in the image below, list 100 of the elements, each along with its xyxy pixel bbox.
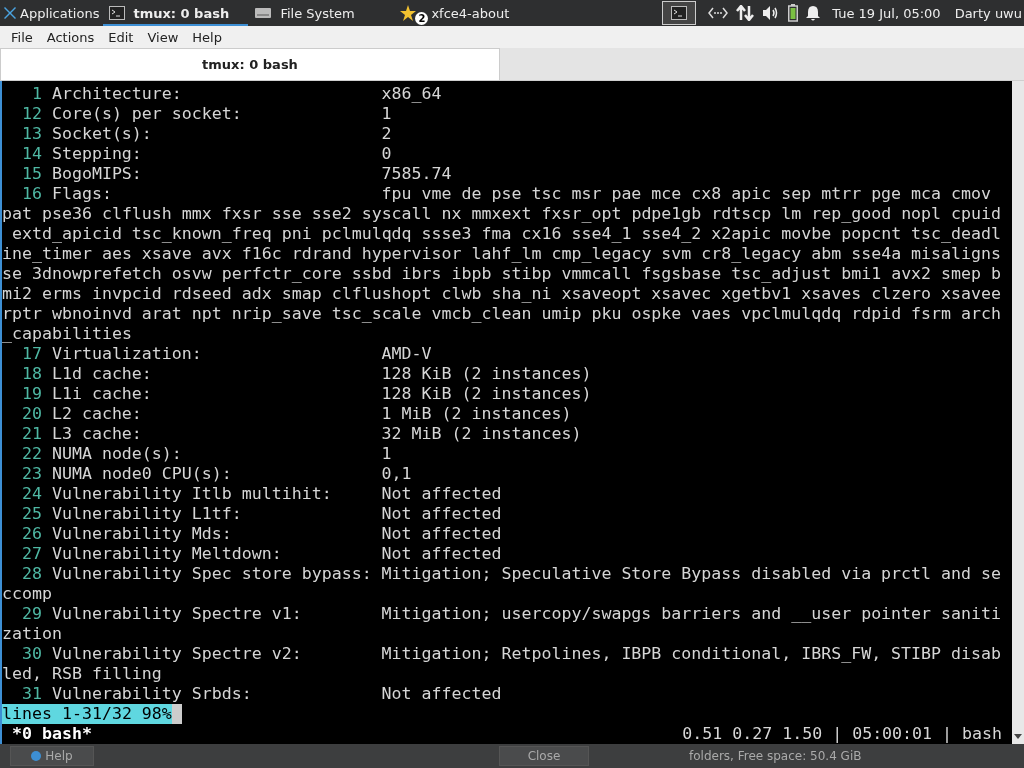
field-value: 128 KiB (2 instances) [381, 364, 592, 384]
line-number: 18 [20, 364, 42, 384]
count-badge: 2 [415, 12, 429, 25]
field-value: AMD-V [381, 344, 432, 364]
field-label: Core(s) per socket: [51, 104, 243, 124]
wrapped-text: pat pse36 clflush mmx fxsr sse sse2 syscall nx mmxext fxsr_opt pdpe1gb rdtscp lm rep_good nopl cpuid [2, 204, 1002, 224]
menu-item[interactable]: Edit [101, 29, 141, 45]
field-label: Vulnerability L1tf: [51, 504, 243, 524]
line-number: 30 [20, 644, 42, 664]
menu-item[interactable]: Actions [39, 29, 102, 45]
terminal-tab[interactable]: tmux: 0 bash [0, 48, 500, 80]
field-label: NUMA node0 CPU(s): [51, 464, 233, 484]
notification-bell-icon[interactable] [806, 5, 821, 21]
line-number: 1 [30, 84, 42, 104]
line-number: 13 [20, 124, 42, 144]
text-cursor [171, 704, 182, 724]
field-label: Vulnerability Spec store bypass: [51, 564, 373, 584]
wrapped-text: mi2 erms invpcid rdseed adx smap clflushopt clwb sha_ni xsaveopt xsavec xgetbv1 xsaves clzero xsavee [2, 284, 1002, 304]
transfer-arrows-icon[interactable] [736, 5, 755, 21]
wrapped-text: led, RSB filling [2, 664, 162, 684]
terminal-icon [109, 6, 126, 20]
field-value: Not affected [381, 544, 502, 564]
field-label: Stepping: [51, 144, 143, 164]
line-number: 21 [20, 424, 42, 444]
field-value: Mitigation; Speculative Store Bypass disabled via prctl and se [381, 564, 1001, 584]
field-label: Architecture: [51, 84, 183, 104]
menu-item[interactable]: File [4, 29, 40, 45]
line-number: 27 [20, 544, 42, 564]
terminal-button[interactable] [662, 1, 697, 25]
clock[interactable]: Tue 19 Jul, 05:00 [832, 5, 941, 21]
battery-icon[interactable] [788, 4, 799, 22]
field-label: Vulnerability Itlb multihit: [51, 484, 333, 504]
applications-menu[interactable]: Applications [0, 0, 104, 26]
close-button[interactable]: Close [499, 746, 589, 766]
field-label: NUMA node(s): [51, 444, 183, 464]
line-number: 15 [20, 164, 42, 184]
field-label: L3 cache: [51, 424, 143, 444]
star-icon [399, 4, 418, 22]
mode-indicator: lines 1-31/32 98% [2, 704, 172, 724]
line-number: 24 [20, 484, 42, 504]
field-label: Vulnerability Spectre v2: [51, 644, 303, 664]
field-label: Vulnerability Mds: [51, 524, 233, 544]
taskbar-button[interactable]: File System [248, 1, 394, 25]
field-value: 0,1 [381, 464, 412, 484]
line-number: 26 [20, 524, 42, 544]
field-value: 32 MiB (2 instances) [381, 424, 582, 444]
field-value: fpu vme de pse tsc msr pae mce cx8 apic sep mtrr pge mca cmov [381, 184, 992, 204]
drive-icon [254, 6, 273, 20]
field-value: Mitigation; Retpolines, IBPB conditional, IBRS_FW, STIBP disab [381, 644, 1001, 664]
line-number: 16 [20, 184, 42, 204]
line-number: 14 [20, 144, 42, 164]
tmux-status: 0.51 0.27 1.50 | 05:00:01 | bash [682, 724, 1003, 744]
wrapped-text: rptr wbnoinvd arat npt nrip_save tsc_scale vmcb_clean umip pku ospke vaes vpclmulqdq rdpid fsrm arch [2, 304, 1002, 324]
scrollbar[interactable] [1012, 81, 1024, 744]
field-value: 1 [381, 104, 392, 124]
field-label: Virtualization: [51, 344, 203, 364]
line-number: 19 [20, 384, 42, 404]
field-value: Not affected [381, 504, 502, 524]
line-number: 29 [20, 604, 42, 624]
menu-item[interactable]: View [140, 29, 186, 45]
scroll-down-icon[interactable] [1014, 734, 1022, 740]
field-value: Mitigation; usercopy/swapgs barriers and __user pointer saniti [381, 604, 1001, 624]
line-number: 12 [20, 104, 42, 124]
wrapped-text: extd_apicid tsc_known_freq pni pclmulqdq ssse3 fma cx16 sse4_1 sse4_2 x2apic movbe popcnt tsc_deadl [11, 224, 1002, 244]
field-value: 128 KiB (2 instances) [381, 384, 592, 404]
field-value: Not affected [381, 484, 502, 504]
field-value: 2 [381, 124, 392, 144]
taskbar-button[interactable]: 2 xfce4-about [393, 1, 539, 25]
field-label: Vulnerability Srbds: [51, 684, 253, 704]
line-number: 28 [20, 564, 42, 584]
field-value: 7585.74 [381, 164, 452, 184]
network-icon[interactable] [708, 7, 729, 19]
x-logo-icon [3, 6, 17, 20]
field-value: 1 [381, 444, 392, 464]
tmux-window[interactable]: *0 bash* [2, 724, 92, 744]
terminal-icon [671, 6, 688, 20]
wrapped-text: _capabilities [2, 324, 132, 344]
status-text: folders, Free space: 50.4 GiB [689, 749, 862, 763]
wrapped-text: se 3dnowprefetch osvw perfctr_core ssbd ibrs ibpb stibp vmmcall fsgsbase tsc_adjust bmi1 avx2 smep b [2, 264, 1002, 284]
field-value: Not affected [381, 524, 502, 544]
wrapped-text: ine_timer aes xsave avx f16c rdrand hypervisor lahf_lm cmp_legacy svm cr8_legacy abm sse4a misaligns [2, 244, 1002, 264]
wrapped-text: ccomp [2, 584, 52, 604]
field-label: L1i cache: [51, 384, 153, 404]
line-number: 17 [20, 344, 42, 364]
field-label: L2 cache: [51, 404, 143, 424]
field-label: Socket(s): [51, 124, 153, 144]
field-value: 1 MiB (2 instances) [381, 404, 572, 424]
user-menu[interactable]: Darty uwu [954, 5, 1022, 21]
wrapped-text: zation [2, 624, 62, 644]
field-value: Not affected [381, 684, 502, 704]
info-icon [31, 751, 42, 761]
taskbar-button[interactable]: tmux: 0 bash [103, 1, 249, 25]
line-number: 22 [20, 444, 42, 464]
line-number: 20 [20, 404, 42, 424]
menu-item[interactable]: Help [185, 29, 229, 45]
field-label: Flags: [51, 184, 113, 204]
help-button[interactable]: Help [10, 746, 94, 766]
line-number: 25 [20, 504, 42, 524]
field-label: Vulnerability Spectre v1: [51, 604, 303, 624]
line-number: 23 [20, 464, 42, 484]
